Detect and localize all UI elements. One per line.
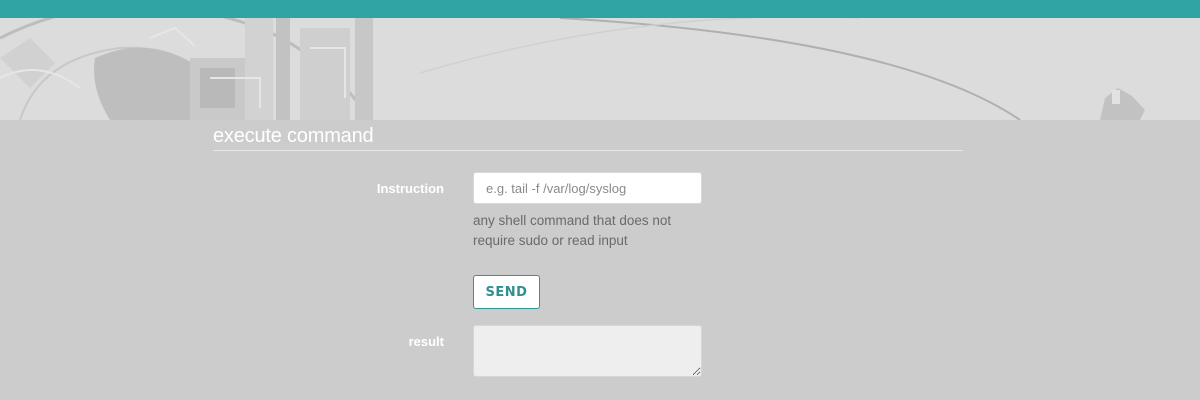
- hero-banner: [0, 18, 1200, 120]
- instruction-label: Instruction: [376, 181, 444, 196]
- result-textarea[interactable]: [473, 325, 702, 377]
- send-button[interactable]: SEND: [473, 275, 540, 309]
- gear-illustration: [0, 18, 1145, 120]
- title-divider: [213, 150, 963, 151]
- instruction-help-text: any shell command that does not require …: [473, 213, 672, 248]
- section-title: execute command: [213, 125, 374, 147]
- command-panel: execute command Instruction any shell co…: [0, 120, 1200, 400]
- instruction-input[interactable]: [473, 172, 702, 204]
- result-label: result: [408, 334, 444, 349]
- top-accent-bar: [0, 0, 1200, 18]
